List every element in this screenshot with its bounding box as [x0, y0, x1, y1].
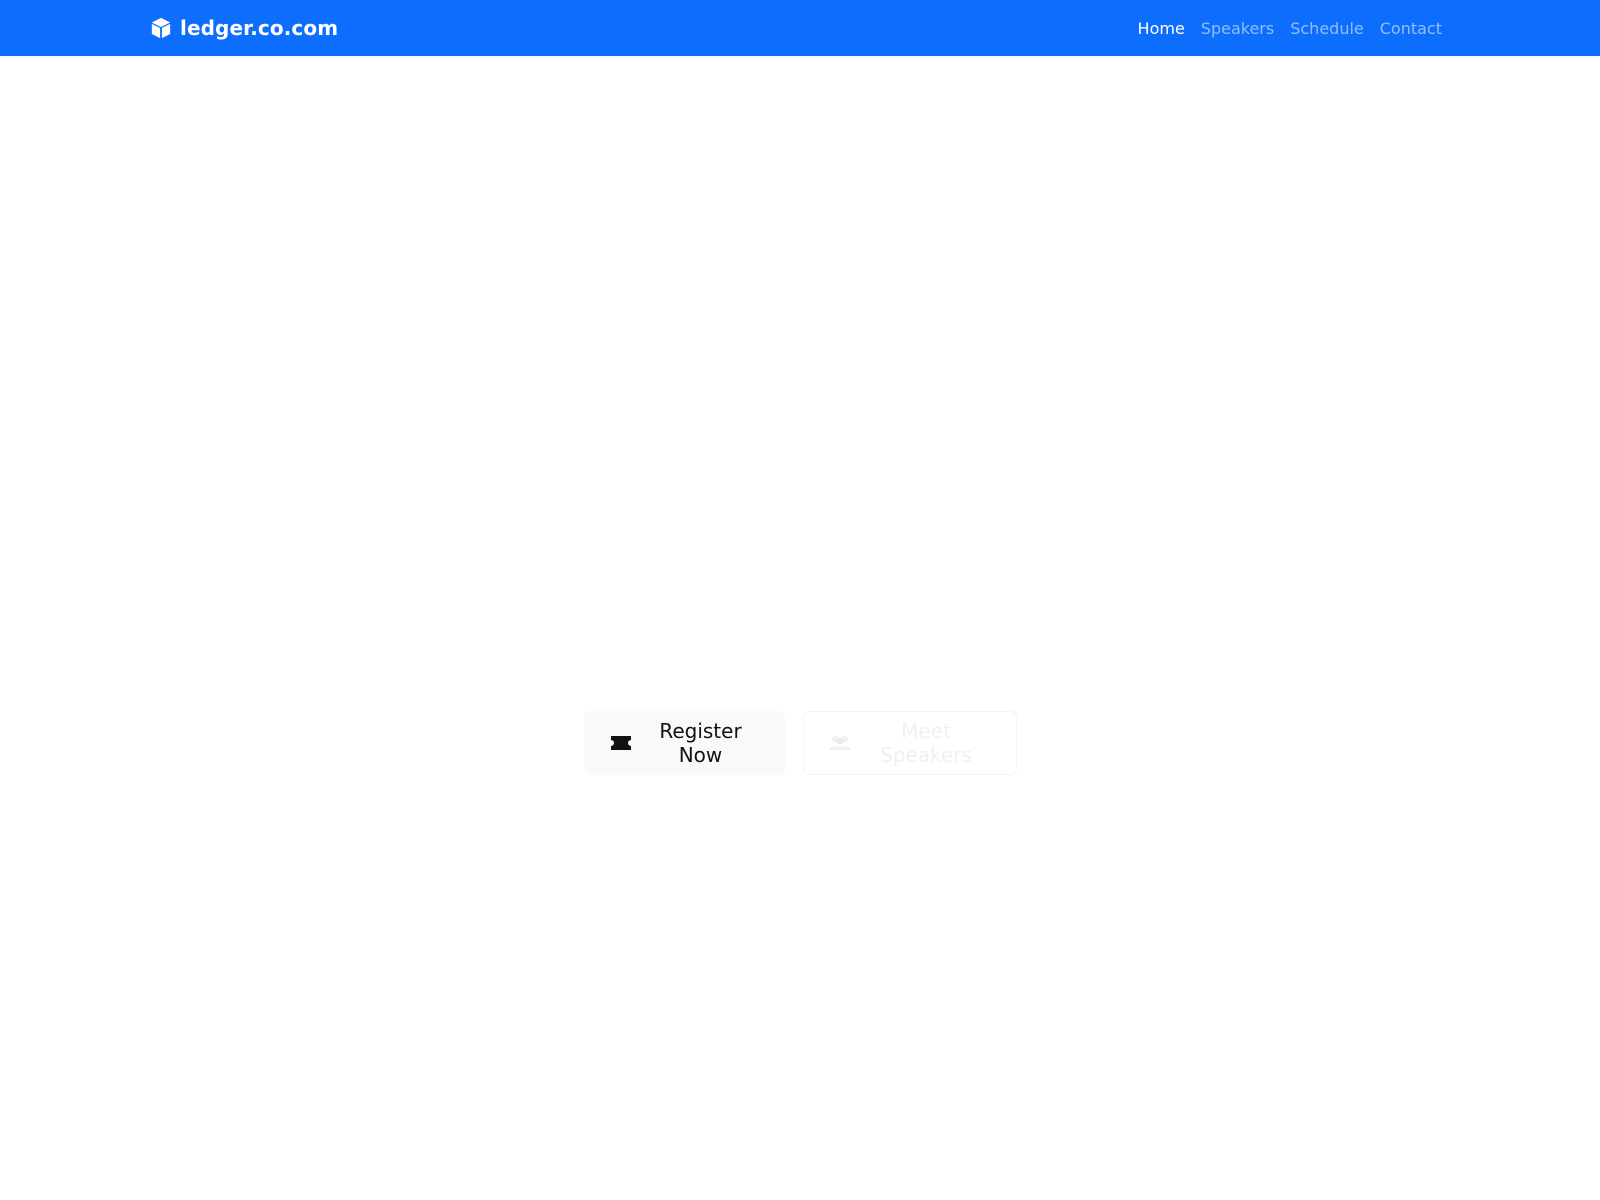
nav-link-schedule[interactable]: Schedule	[1290, 19, 1364, 38]
nav-item-schedule: Schedule	[1290, 19, 1364, 38]
nav-link-speakers[interactable]: Speakers	[1201, 19, 1274, 38]
nav-item-contact: Contact	[1380, 19, 1442, 38]
nav-item-home: Home	[1138, 19, 1185, 38]
nav-links: Home Speakers Schedule Contact	[1138, 0, 1442, 56]
users-icon	[829, 736, 851, 750]
meet-speakers-label: Meet Speakers	[880, 719, 972, 767]
register-now-button[interactable]: Register Now	[584, 711, 785, 775]
hero-button-group: Register Now Meet Speakers	[584, 711, 1017, 775]
top-navbar: ledger.co.com Home Speakers Schedule Con…	[0, 0, 1600, 56]
nav-link-contact[interactable]: Contact	[1380, 19, 1442, 38]
nav-link-home[interactable]: Home	[1138, 19, 1185, 38]
nav-item-speakers: Speakers	[1201, 19, 1274, 38]
brand-link[interactable]: ledger.co.com	[150, 0, 338, 56]
meet-speakers-button[interactable]: Meet Speakers	[803, 711, 1017, 775]
register-now-label: Register Now	[659, 719, 742, 767]
cube-icon	[151, 17, 171, 39]
ticket-icon	[611, 736, 631, 750]
brand-text: ledger.co.com	[180, 16, 339, 40]
